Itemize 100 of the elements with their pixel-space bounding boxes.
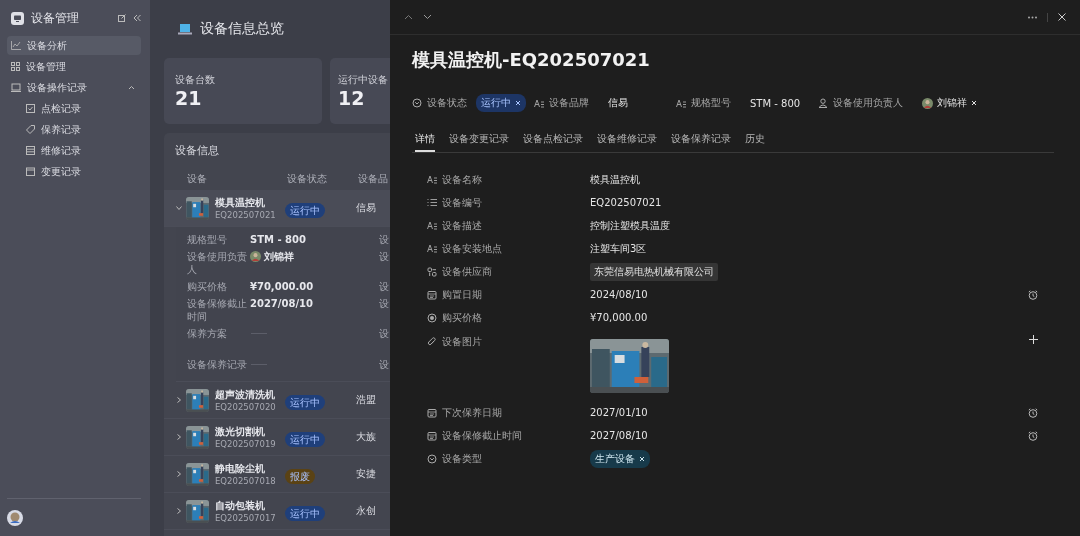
nav-item[interactable]: 设备管理 — [7, 57, 141, 76]
user-avatar-icon[interactable] — [7, 509, 23, 526]
add-icon[interactable] — [1029, 335, 1038, 344]
field-label: 下次保养日期 — [442, 405, 502, 420]
column-header: 设备品 — [358, 172, 388, 186]
column-header: 设备状态 — [287, 172, 328, 186]
device-name: 激光切割机 — [215, 425, 266, 439]
close-icon[interactable] — [639, 455, 645, 462]
detail-value: 刘锦祥 — [264, 250, 294, 263]
chevron-up-icon[interactable] — [128, 85, 135, 90]
stat-value: 21 — [175, 87, 203, 109]
laptop-icon — [178, 23, 192, 35]
property-label: 设备品牌 — [549, 96, 589, 110]
field-value: 2024/08/10 — [590, 289, 648, 300]
close-icon[interactable] — [1058, 13, 1066, 21]
person-icon — [818, 98, 828, 108]
device-name: 自动包装机 — [215, 499, 266, 513]
tab[interactable]: 设备保养记录 — [671, 130, 731, 152]
detail-label: 规格型号 — [187, 233, 228, 246]
text-field-icon — [427, 175, 437, 184]
detail-label: 设 — [379, 327, 389, 340]
list-icon — [427, 198, 437, 207]
nav-item[interactable]: 设备操作记录 — [7, 78, 141, 97]
status-tag[interactable]: 运行中 — [476, 94, 526, 112]
tab[interactable]: 设备维修记录 — [597, 130, 657, 152]
status-tag: 运行中 — [285, 202, 325, 218]
property-label: 设备使用负责人 — [833, 96, 903, 110]
nav-item[interactable]: 维修记录 — [7, 141, 141, 160]
chevron-down-icon[interactable] — [176, 205, 182, 211]
table-cell: 安捷 — [356, 467, 376, 481]
dropdown-icon — [412, 98, 422, 108]
field-label: 购置日期 — [442, 287, 482, 302]
chart-icon — [11, 41, 21, 50]
field-label: 设备供应商 — [442, 264, 492, 279]
detail-label: 设 — [379, 280, 389, 293]
close-icon[interactable] — [971, 100, 977, 106]
nav-item[interactable]: 设备分析 — [7, 36, 141, 55]
property-label: 规格型号 — [691, 96, 731, 110]
avatar-icon — [250, 251, 261, 262]
edit-icon[interactable] — [118, 14, 126, 22]
field-label: 设备安装地点 — [442, 241, 502, 256]
detail-label: 保养方案 — [187, 327, 228, 340]
table-row[interactable]: 自动包装机 EQ202507017 运行中 永创 — [164, 493, 390, 530]
alarm-clock-icon[interactable] — [1028, 430, 1038, 441]
stat-value: 12 — [338, 87, 366, 109]
table-row[interactable]: 静电除尘机 EQ202507018 报废 安捷 — [164, 456, 390, 493]
chevron-down-icon[interactable] — [423, 14, 432, 20]
tab[interactable]: 详情 — [415, 130, 435, 152]
detail-label: 购买价格 — [187, 280, 228, 293]
property-label: 设备状态 — [427, 96, 467, 110]
tab[interactable]: 设备点检记录 — [523, 130, 583, 152]
field-value: 2027/01/10 — [590, 407, 648, 418]
checkbox-icon — [26, 104, 35, 113]
close-icon[interactable] — [515, 100, 521, 106]
table-row[interactable]: 激光切割机 EQ202507019 运行中 大族 — [164, 419, 390, 456]
nav-item[interactable]: 点检记录 — [7, 99, 141, 118]
column-header: 设备 — [186, 172, 208, 186]
calendar-icon — [26, 167, 35, 176]
field-value: 注塑车间3区 — [590, 241, 647, 256]
detail-value: 2027/08/10 — [250, 297, 313, 310]
field-label: 设备名称 — [442, 172, 482, 187]
detail-value: ¥70,000.00 — [250, 280, 314, 293]
device-code: EQ202507019 — [215, 439, 277, 449]
person-tag[interactable]: 刘锦祥 — [922, 96, 977, 110]
detail-label: 设 — [379, 233, 389, 246]
collapse-icon[interactable] — [133, 14, 141, 22]
device-code: EQ202507018 — [215, 476, 277, 486]
nav-item[interactable]: 保养记录 — [7, 120, 141, 139]
calendar-icon — [427, 289, 437, 300]
detail-label: 设备使用负责人 — [187, 250, 248, 276]
status-tag[interactable]: 生产设备 — [590, 449, 650, 468]
field-label: 设备类型 — [442, 451, 482, 466]
text-field-icon — [676, 98, 686, 108]
table-row[interactable]: 超声波清洗机 EQ202507020 运行中 浩盟 — [164, 382, 390, 419]
dropdown-icon — [427, 453, 437, 464]
page-title: 设备信息总览 — [200, 20, 284, 38]
more-icon[interactable] — [1028, 15, 1037, 19]
detail-label: 设 — [379, 297, 389, 310]
detail-label: 设 — [379, 250, 389, 263]
chevron-right-icon[interactable] — [176, 471, 182, 477]
record-title: 模具温控机-EQ202507021 — [412, 48, 651, 72]
chevron-right-icon[interactable] — [176, 434, 182, 440]
table-cell: 信易 — [356, 201, 376, 215]
tab[interactable]: 设备变更记录 — [449, 130, 509, 152]
field-label: 设备图片 — [442, 335, 482, 349]
field-value: 信易 — [608, 96, 628, 110]
tab[interactable]: 历史 — [745, 130, 765, 152]
alarm-clock-icon[interactable] — [1028, 407, 1038, 418]
field-label: 设备保修截止时间 — [442, 428, 522, 443]
chevron-up-icon[interactable] — [404, 14, 413, 20]
status-tag: 运行中 — [285, 505, 325, 521]
chevron-right-icon[interactable] — [176, 508, 182, 514]
device-code: EQ202507017 — [215, 513, 277, 523]
field-value: EQ202507021 — [590, 197, 662, 208]
nav-item[interactable]: 变更记录 — [7, 162, 141, 181]
tag-icon — [26, 125, 35, 134]
alarm-clock-icon[interactable] — [1028, 289, 1038, 300]
table-row[interactable]: 模具温控机 EQ202507021 运行中 信易 — [164, 190, 390, 227]
calendar-icon — [427, 407, 437, 418]
chevron-right-icon[interactable] — [176, 397, 182, 403]
